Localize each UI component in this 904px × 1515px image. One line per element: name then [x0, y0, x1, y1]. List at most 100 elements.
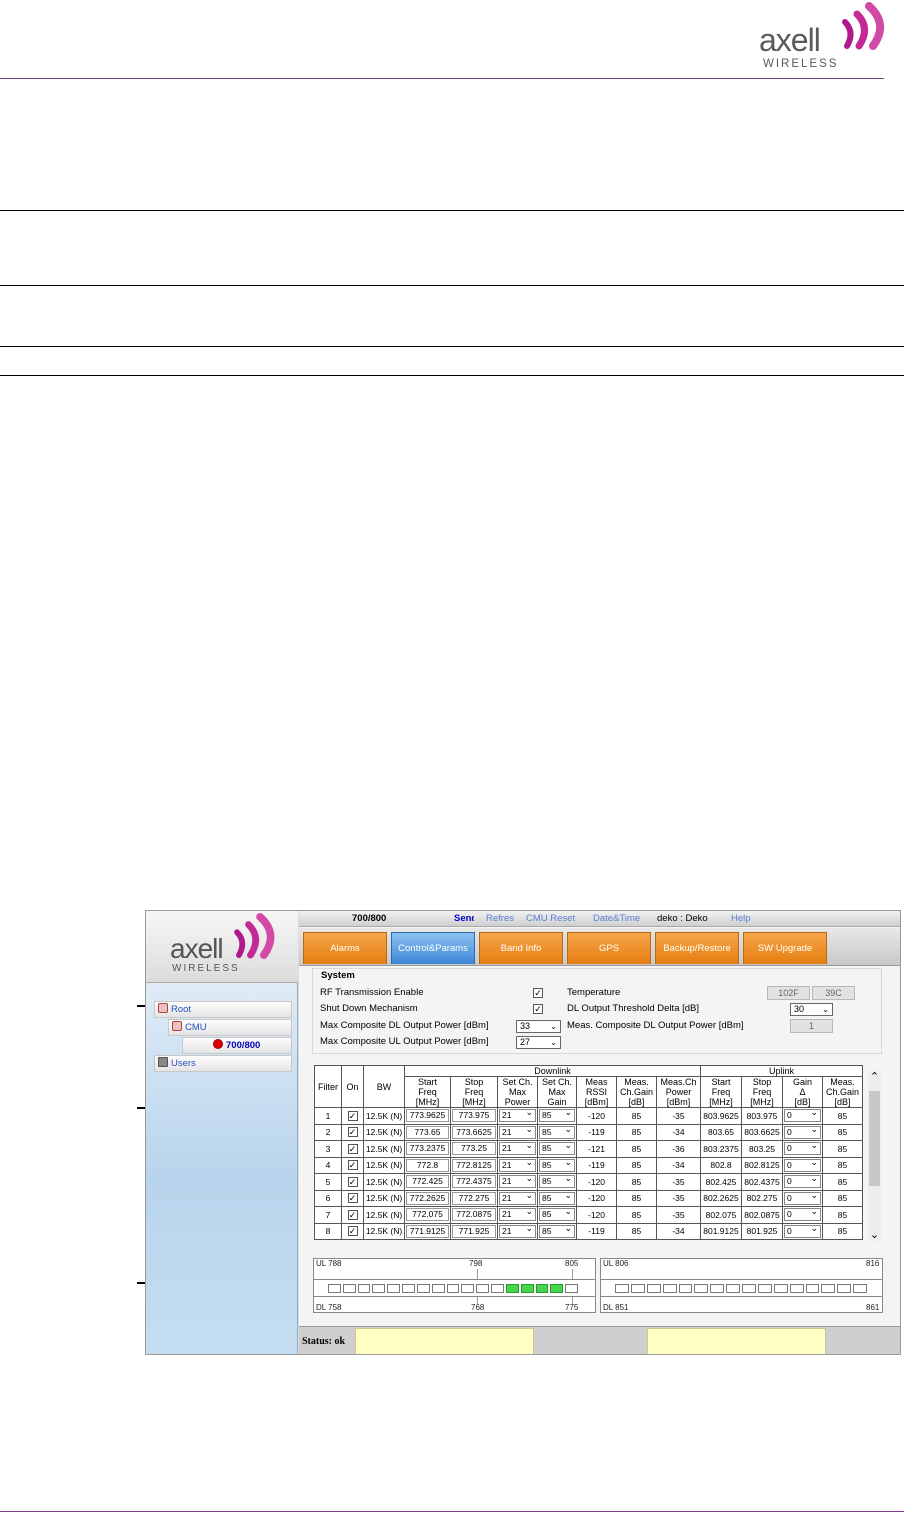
cell-select[interactable]: 0 — [784, 1124, 821, 1139]
cell-input[interactable]: 772.425 — [406, 1175, 449, 1189]
max-dl-select[interactable]: 33 ⌄ — [516, 1020, 561, 1033]
filter-on-checkbox[interactable]: ✓ — [347, 1176, 358, 1187]
date-time-link[interactable]: Date&Time — [593, 913, 640, 924]
cell-select[interactable]: 0 — [784, 1107, 821, 1123]
cell-select[interactable]: 21 — [499, 1140, 536, 1156]
tab-alarms[interactable]: Alarms — [303, 932, 387, 964]
table-cell: 21 — [497, 1123, 538, 1141]
rf-enable-checkbox[interactable]: ✓ — [533, 988, 543, 998]
table-cell: 12.5K (N) — [363, 1189, 405, 1207]
cell-select[interactable]: 85 — [539, 1190, 575, 1205]
table-cell: 85 — [822, 1222, 863, 1240]
spectrum-cell — [662, 1284, 677, 1293]
cell-select[interactable]: 0 — [784, 1173, 821, 1189]
tree-item-root[interactable]: Root — [154, 1001, 292, 1018]
tab-gps[interactable]: GPS — [567, 932, 651, 964]
cell-input[interactable]: 772.0875 — [452, 1208, 496, 1222]
cell-select[interactable]: 85 — [539, 1140, 575, 1156]
temp-c-value: 39C — [812, 986, 855, 1000]
rf-enable-label: RF Transmission Enable — [320, 987, 424, 998]
cell-select[interactable]: 21 — [499, 1157, 536, 1172]
header-line: Meas.Ch — [660, 1077, 697, 1087]
cell-input[interactable]: 773.9625 — [406, 1109, 449, 1123]
chevron-down-icon[interactable]: ⌄ — [868, 1229, 881, 1241]
table-cell: 85 — [537, 1189, 577, 1207]
table-cell: 85 — [537, 1222, 577, 1240]
cell-input[interactable]: 773.25 — [452, 1142, 496, 1156]
cell-select[interactable]: 85 — [539, 1173, 575, 1189]
cell-input[interactable]: 773.975 — [452, 1109, 496, 1123]
scroll-thumb[interactable] — [869, 1091, 880, 1186]
cell-select[interactable]: 0 — [784, 1206, 821, 1222]
spectrum-cell — [678, 1284, 693, 1293]
table-scrollbar[interactable]: ⌃ ⌄ — [868, 1071, 881, 1241]
cell-select[interactable]: 21 — [499, 1190, 536, 1205]
filter-on-checkbox[interactable]: ✓ — [347, 1160, 358, 1171]
cell-input[interactable]: 772.275 — [452, 1191, 496, 1205]
tab-sw-upgrade[interactable]: SW Upgrade — [743, 932, 827, 964]
filter-on-checkbox[interactable]: ✓ — [347, 1143, 358, 1154]
send-link[interactable]: Send — [454, 913, 474, 924]
cell-input[interactable]: 773.6625 — [452, 1125, 496, 1139]
cell-input[interactable]: 771.925 — [452, 1224, 496, 1238]
tree-item-users[interactable]: Users — [154, 1055, 292, 1072]
cell-select[interactable]: 21 — [499, 1206, 536, 1222]
header-line: Meas. — [830, 1077, 855, 1087]
filter-on-checkbox[interactable]: ✓ — [347, 1226, 358, 1237]
header-line: [dB] — [628, 1097, 645, 1107]
cell-select[interactable]: 85 — [539, 1206, 575, 1222]
tree-item-700-800[interactable]: 700/800 — [182, 1037, 292, 1054]
cell-select[interactable]: 21 — [499, 1107, 536, 1123]
spectrum-cell — [630, 1284, 645, 1293]
table-cell: 85 — [616, 1173, 657, 1191]
header-line: Start — [711, 1077, 731, 1087]
cell-input[interactable]: 771.9125 — [406, 1224, 449, 1238]
table-cell: 85 — [616, 1206, 657, 1224]
header-filter: Filter — [314, 1065, 342, 1108]
table-cell: 0 — [782, 1222, 823, 1240]
cell-select[interactable]: 0 — [784, 1140, 821, 1156]
cell-select[interactable]: 21 — [499, 1173, 536, 1189]
cell-input[interactable]: 772.075 — [406, 1208, 449, 1222]
table-cell: 85 — [537, 1173, 577, 1191]
cell-select[interactable]: 0 — [784, 1157, 821, 1172]
cell-select[interactable]: 0 — [784, 1223, 821, 1238]
filter-on-checkbox[interactable]: ✓ — [347, 1110, 358, 1121]
cell-input[interactable]: 772.8125 — [452, 1158, 496, 1172]
cmu-reset-link[interactable]: CMU Reset — [526, 913, 575, 924]
table-cell: -34 — [656, 1123, 701, 1141]
shutdown-checkbox[interactable]: ✓ — [533, 1004, 543, 1014]
table-cell: 85 — [616, 1107, 657, 1125]
cell-select[interactable]: 85 — [539, 1223, 575, 1238]
cell-select[interactable]: 21 — [499, 1124, 536, 1139]
tab-control-params[interactable]: Control&Params — [391, 932, 475, 964]
header-line: [MHz] — [462, 1097, 486, 1107]
tab-backup-restore[interactable]: Backup/Restore — [655, 932, 739, 964]
tree-item-cmu[interactable]: CMU — [168, 1019, 292, 1036]
cell-input[interactable]: 772.2625 — [406, 1191, 449, 1205]
dl-threshold-select[interactable]: 30 ⌄ — [790, 1003, 833, 1016]
header-line: Freq — [418, 1087, 437, 1097]
cell-input[interactable]: 773.65 — [406, 1125, 449, 1139]
refresh-link[interactable]: Refresh — [486, 913, 514, 924]
filter-on-cell: ✓ — [341, 1173, 364, 1191]
header-line: Freq — [752, 1087, 772, 1097]
max-ul-select[interactable]: 27 ⌄ — [516, 1036, 561, 1049]
spectrum-cell — [694, 1284, 709, 1293]
cell-select[interactable]: 0 — [784, 1190, 821, 1205]
cell-select[interactable]: 85 — [539, 1107, 575, 1123]
chevron-up-icon[interactable]: ⌃ — [868, 1071, 881, 1083]
cell-select[interactable]: 85 — [539, 1157, 575, 1172]
cell-select[interactable]: 85 — [539, 1124, 575, 1139]
filter-on-checkbox[interactable]: ✓ — [347, 1193, 358, 1204]
help-link[interactable]: Help — [731, 913, 751, 924]
cell-input[interactable]: 772.4375 — [452, 1175, 496, 1189]
cell-input[interactable]: 772.8 — [406, 1158, 449, 1172]
tab-band-info[interactable]: Band Info — [479, 932, 563, 964]
cell-select[interactable]: 21 — [499, 1223, 536, 1238]
filter-on-checkbox[interactable]: ✓ — [347, 1209, 358, 1220]
table-cell: 12.5K (N) — [363, 1156, 405, 1174]
node-icon — [158, 1003, 168, 1013]
cell-input[interactable]: 773.2375 — [406, 1142, 449, 1156]
filter-on-checkbox[interactable]: ✓ — [347, 1127, 358, 1138]
